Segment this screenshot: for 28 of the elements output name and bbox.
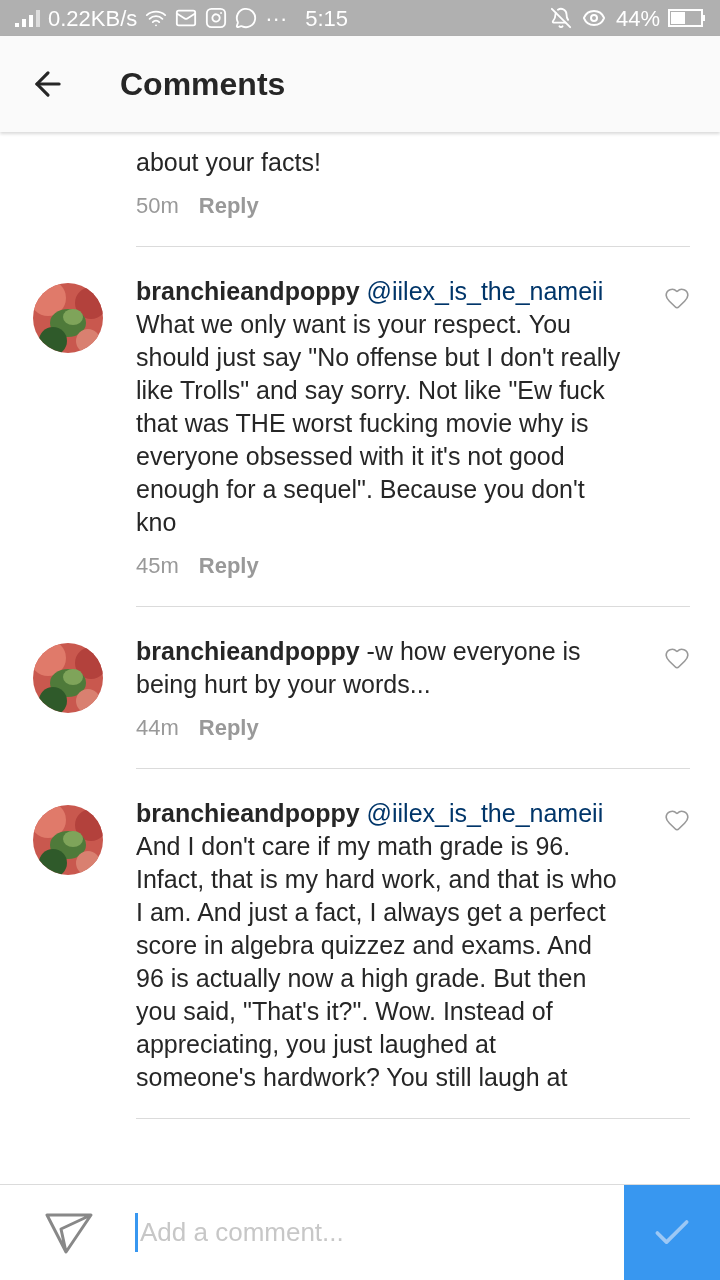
comment-time: 45m	[136, 552, 179, 580]
signal-icon	[14, 9, 40, 27]
bell-off-icon	[549, 7, 572, 29]
network-speed: 0.22KB/s	[48, 4, 138, 33]
camera-icon	[205, 7, 228, 29]
heart-icon[interactable]	[664, 285, 690, 311]
clock: 5:15	[305, 4, 349, 33]
comment-text: branchieandpoppy -w how everyone is being hurt by your words...	[136, 636, 582, 700]
mention-link[interactable]: @iilex_is_the_nameii	[366, 799, 604, 827]
mail-icon	[175, 7, 198, 29]
page-title: Comments	[120, 65, 286, 104]
battery-icon	[668, 9, 706, 27]
more-notifications: ···	[265, 4, 288, 33]
username-link[interactable]: branchieandpoppy	[136, 799, 360, 827]
username-link[interactable]: branchieandpoppy	[136, 277, 360, 305]
comment-text: about your facts!	[136, 147, 322, 178]
heart-icon[interactable]	[664, 807, 690, 833]
battery-level: 44%	[615, 4, 660, 33]
mention-link[interactable]: @iilex_is_the_nameii	[366, 277, 604, 305]
send-icon	[45, 1211, 93, 1254]
comment-time: 44m	[136, 714, 179, 742]
chat-icon	[235, 7, 258, 29]
comment-time: 50m	[136, 192, 179, 220]
post-button[interactable]	[624, 1184, 720, 1280]
username-link[interactable]: branchieandpoppy	[136, 637, 360, 665]
heart-icon[interactable]	[664, 645, 690, 671]
comment-text: branchieandpoppy @iilex_is_the_nameii What we only want is your respect. You should just say "No offense but I don't really like Trolls" and say sorry. Not like "Ew fuck that was THE worst fucking movie why is everyone obsessed with it it's not good enough for a sequel". Because you don't kno	[136, 276, 622, 538]
comment-text: branchieandpoppy @iilex_is_the_nameii And I don't care if my math grade is 96. Infact, that is my hard work, and that is who I am. And just a fact, I always get a perfect score in algebra quizzez and exams. And 96 is actually now a high grade. But then you said, "That's it?". Wow. Instead of appreciating, you just laughed at someone's hardwork? You still laugh at	[136, 798, 618, 1093]
